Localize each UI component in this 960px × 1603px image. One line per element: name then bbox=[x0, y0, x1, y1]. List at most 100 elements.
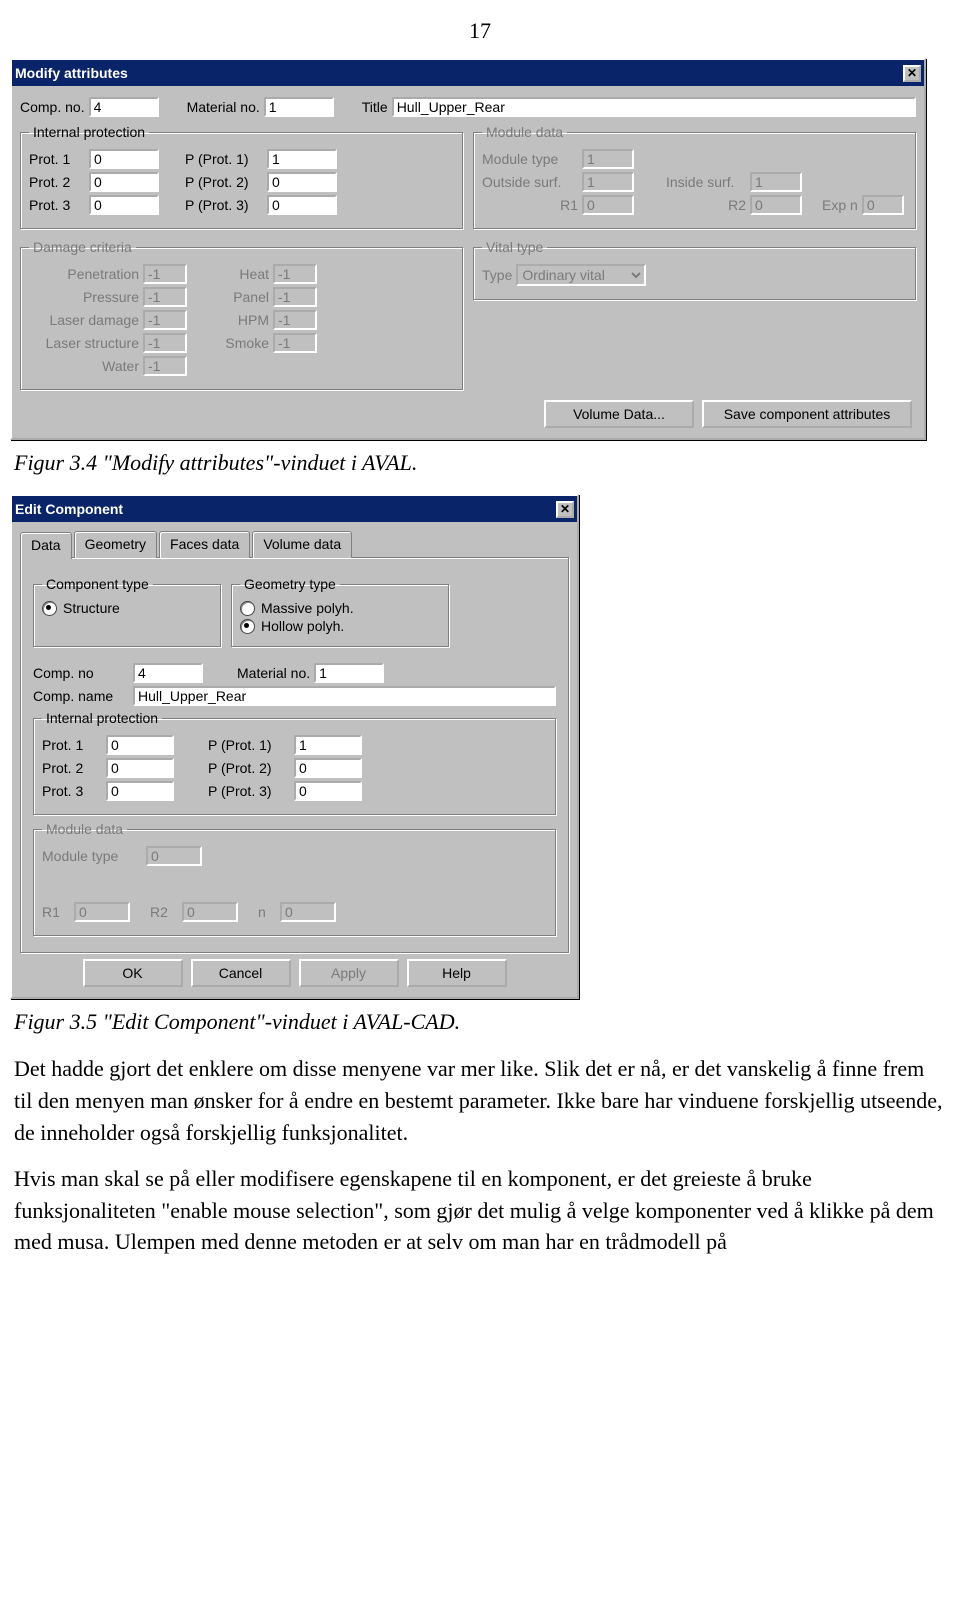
save-component-attributes-button[interactable]: Save component attributes bbox=[702, 400, 912, 428]
close-button[interactable]: ✕ bbox=[556, 501, 574, 518]
label-prot2: Prot. 2 bbox=[42, 760, 102, 776]
input-prot1[interactable] bbox=[106, 735, 174, 755]
tab-data[interactable]: Data bbox=[20, 532, 72, 559]
input-prot2[interactable] bbox=[89, 172, 159, 192]
figure-caption-2: Figur 3.5 "Edit Component"-vinduet i AVA… bbox=[14, 1009, 946, 1035]
input-prot3[interactable] bbox=[106, 781, 174, 801]
cancel-button[interactable]: Cancel bbox=[191, 959, 291, 987]
label-pprot3: P (Prot. 3) bbox=[185, 197, 263, 213]
label-pprot1: P (Prot. 1) bbox=[185, 151, 263, 167]
input-outside-surf bbox=[582, 172, 634, 192]
radio-hollow-polyh[interactable]: Hollow polyh. bbox=[240, 618, 440, 634]
input-prot2[interactable] bbox=[106, 758, 174, 778]
volume-data-button[interactable]: Volume Data... bbox=[544, 400, 694, 428]
close-button[interactable]: ✕ bbox=[903, 65, 921, 82]
input-pprot1[interactable] bbox=[294, 735, 362, 755]
input-inside-surf bbox=[750, 172, 802, 192]
window-modify-attributes: Modify attributes ✕ Comp. no. Material n… bbox=[10, 58, 926, 440]
label-smoke: Smoke bbox=[213, 335, 269, 351]
label-prot1: Prot. 1 bbox=[29, 151, 85, 167]
radio-dot-icon bbox=[240, 601, 255, 616]
label-module-type: Module type bbox=[482, 151, 578, 167]
label-prot3: Prot. 3 bbox=[29, 197, 85, 213]
label-heat: Heat bbox=[213, 266, 269, 282]
input-module-type bbox=[146, 846, 202, 866]
legend-component-type: Component type bbox=[42, 576, 153, 592]
label-comp-no: Comp. no bbox=[33, 665, 129, 681]
legend-damage-criteria: Damage criteria bbox=[29, 239, 136, 255]
titlebar-modify: Modify attributes ✕ bbox=[12, 60, 924, 86]
label-type: Type bbox=[482, 267, 512, 283]
label-pprot3: P (Prot. 3) bbox=[208, 783, 290, 799]
label-penetration: Penetration bbox=[29, 266, 139, 282]
figure-caption-1: Figur 3.4 "Modify attributes"-vinduet i … bbox=[14, 450, 946, 476]
label-r2: R2 bbox=[666, 197, 746, 213]
apply-button[interactable]: Apply bbox=[299, 959, 399, 987]
input-pprot3[interactable] bbox=[267, 195, 337, 215]
label-panel: Panel bbox=[213, 289, 269, 305]
window-title: Modify attributes bbox=[15, 65, 128, 81]
label-r1: R1 bbox=[482, 197, 578, 213]
label-material-no: Material no. bbox=[187, 99, 260, 115]
radio-massive-polyh[interactable]: Massive polyh. bbox=[240, 600, 440, 616]
help-button[interactable]: Help bbox=[407, 959, 507, 987]
window-title: Edit Component bbox=[15, 501, 123, 517]
legend-geometry-type: Geometry type bbox=[240, 576, 340, 592]
label-title: Title bbox=[362, 99, 388, 115]
group-internal-protection: Internal protection Prot. 1 P (Prot. 1) … bbox=[20, 124, 463, 229]
label-outside-surf: Outside surf. bbox=[482, 174, 578, 190]
input-penetration bbox=[143, 264, 187, 284]
input-prot3[interactable] bbox=[89, 195, 159, 215]
input-pprot2[interactable] bbox=[294, 758, 362, 778]
input-laser-structure bbox=[143, 333, 187, 353]
ok-button[interactable]: OK bbox=[83, 959, 183, 987]
input-prot1[interactable] bbox=[89, 149, 159, 169]
label-pressure: Pressure bbox=[29, 289, 139, 305]
label-n: n bbox=[258, 904, 276, 920]
input-comp-name[interactable] bbox=[133, 686, 556, 706]
radio-dot-icon bbox=[240, 619, 255, 634]
input-pprot1[interactable] bbox=[267, 149, 337, 169]
label-r1: R1 bbox=[42, 904, 70, 920]
input-expn bbox=[862, 195, 904, 215]
tabpage-data: Component type Structure Geometry type M… bbox=[20, 557, 569, 953]
label-laser-structure: Laser structure bbox=[29, 335, 139, 351]
window-edit-component: Edit Component ✕ Data Geometry Faces dat… bbox=[10, 494, 579, 999]
radio-structure[interactable]: Structure bbox=[42, 600, 212, 616]
radio-dot-icon bbox=[42, 601, 57, 616]
tab-geometry[interactable]: Geometry bbox=[74, 531, 157, 558]
radio-label-hollow: Hollow polyh. bbox=[261, 618, 344, 634]
label-comp-no: Comp. no. bbox=[20, 99, 85, 115]
label-prot2: Prot. 2 bbox=[29, 174, 85, 190]
legend-internal-protection: Internal protection bbox=[29, 124, 149, 140]
input-comp-no[interactable] bbox=[133, 663, 203, 683]
input-water bbox=[143, 356, 187, 376]
input-laser-damage bbox=[143, 310, 187, 330]
tabs: Data Geometry Faces data Volume data bbox=[20, 530, 569, 557]
label-material-no: Material no. bbox=[237, 665, 310, 681]
label-comp-name: Comp. name bbox=[33, 688, 129, 704]
tab-faces-data[interactable]: Faces data bbox=[159, 531, 250, 558]
input-title[interactable] bbox=[392, 97, 916, 117]
input-panel bbox=[273, 287, 317, 307]
label-hpm: HPM bbox=[213, 312, 269, 328]
label-pprot2: P (Prot. 2) bbox=[185, 174, 263, 190]
group-module-data: Module data Module type Outside surf. In… bbox=[473, 124, 916, 229]
tab-volume-data[interactable]: Volume data bbox=[252, 531, 352, 558]
titlebar-edit: Edit Component ✕ bbox=[12, 496, 577, 522]
input-pprot2[interactable] bbox=[267, 172, 337, 192]
group-component-type: Component type Structure bbox=[33, 576, 221, 647]
input-r1 bbox=[74, 902, 130, 922]
legend-module-data: Module data bbox=[482, 124, 567, 140]
input-material-no[interactable] bbox=[314, 663, 384, 683]
input-comp-no[interactable] bbox=[89, 97, 159, 117]
legend-vital-type: Vital type bbox=[482, 239, 547, 255]
input-smoke bbox=[273, 333, 317, 353]
input-module-type bbox=[582, 149, 634, 169]
label-pprot1: P (Prot. 1) bbox=[208, 737, 290, 753]
input-pressure bbox=[143, 287, 187, 307]
group-geometry-type: Geometry type Massive polyh. Hollow poly… bbox=[231, 576, 449, 647]
input-pprot3[interactable] bbox=[294, 781, 362, 801]
legend-internal-protection: Internal protection bbox=[42, 710, 162, 726]
input-material-no[interactable] bbox=[264, 97, 334, 117]
